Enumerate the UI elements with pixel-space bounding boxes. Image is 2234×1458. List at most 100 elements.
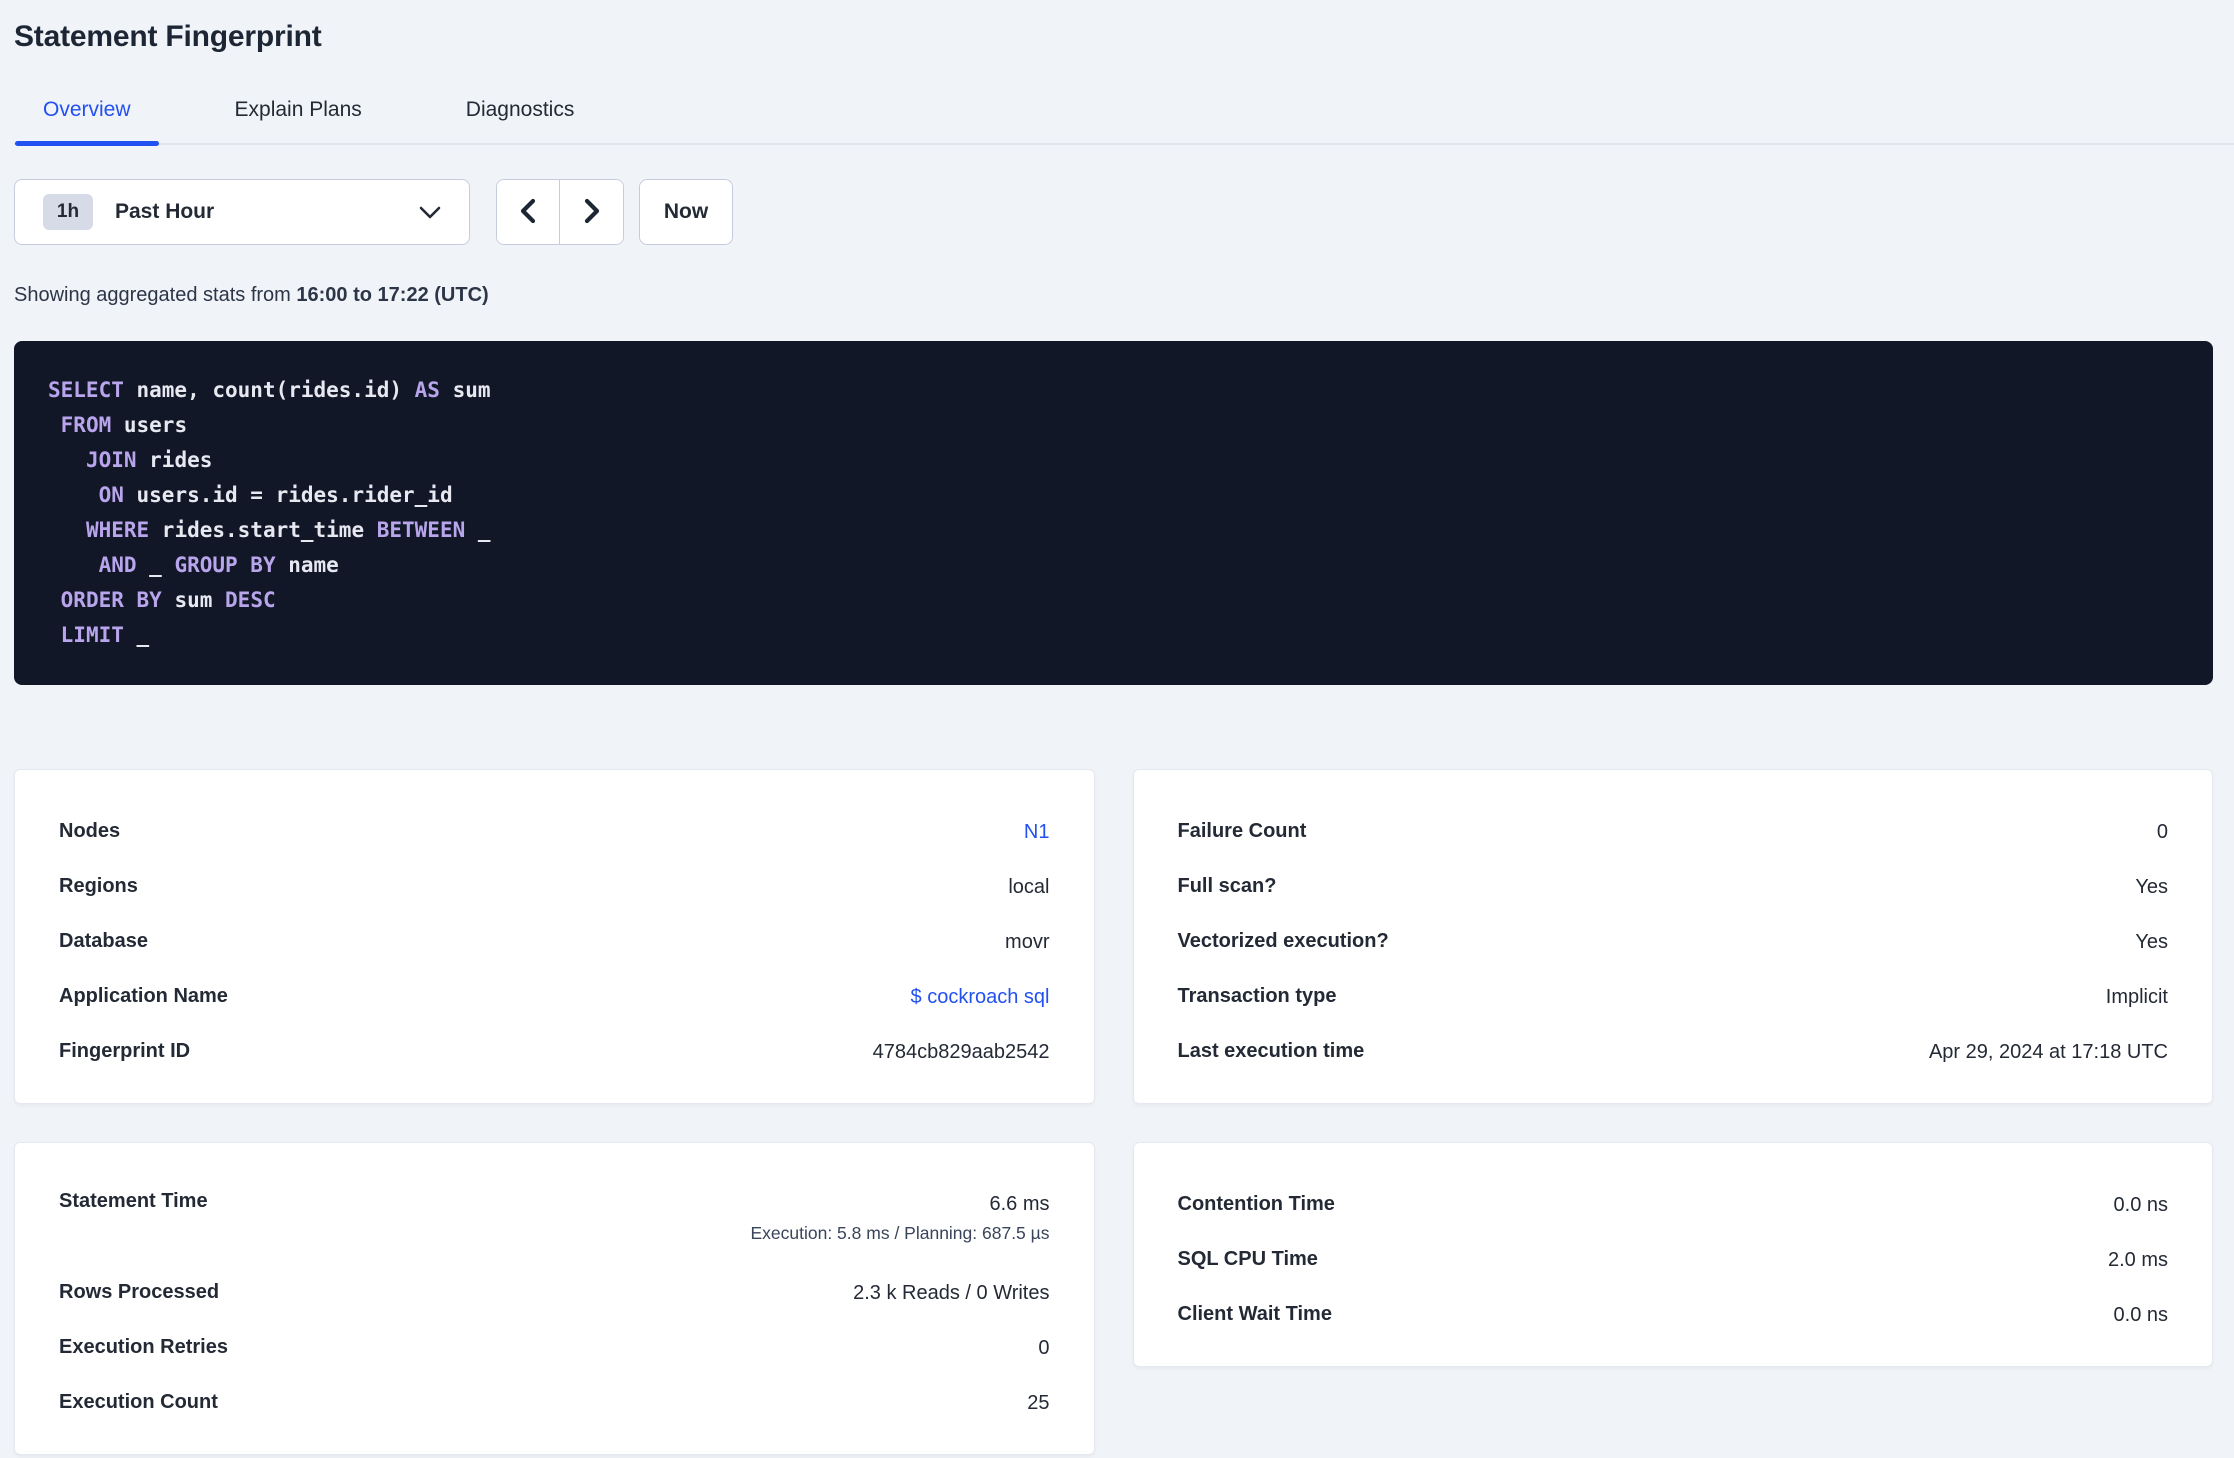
sql-keyword: FROM <box>60 413 112 437</box>
sql-keyword: DESC <box>225 588 276 612</box>
execution-count-label: Execution Count <box>59 1391 218 1413</box>
execution-retries-value: 0 <box>1038 1334 1049 1362</box>
aggregated-stats-range: 16:00 to 17:22 (UTC) <box>296 284 489 306</box>
last-execution-time-value-text: Apr 29, 2024 at 17:18 UTC <box>1928 1040 2168 1063</box>
tab-explain-plans[interactable]: Explain Plans <box>207 98 390 143</box>
chevron-down-icon <box>419 206 441 219</box>
application-name-value-link[interactable]: $ cockroach sql <box>911 983 1050 1011</box>
transaction-type-label: Transaction type <box>1177 985 1337 1007</box>
sql-line: FROM users <box>48 408 2181 443</box>
fingerprint-id-value-text: 4784cb829aab2542 <box>872 1040 1050 1063</box>
database-label: Database <box>59 930 148 952</box>
application-name-row: Application Name $ cockroach sql <box>59 969 1050 1024</box>
vectorized-execution-value-text: Yes <box>2135 930 2168 953</box>
execution-count-value: 25 <box>1027 1389 1049 1417</box>
sql-token: name <box>275 553 339 577</box>
execution-retries-value-text: 0 <box>1038 1336 1050 1359</box>
full-scan-value: Yes <box>2135 873 2168 901</box>
sql-token: name, count(rides.id) <box>123 378 415 402</box>
execution-retries-row: Execution Retries 0 <box>59 1320 1050 1375</box>
aggregated-stats-prefix: Showing aggregated stats from <box>14 284 291 306</box>
overview-cards-row-2: Statement Time 6.6 ms Execution: 5.8 ms / … <box>14 1142 2213 1455</box>
sql-cpu-time-row: SQL CPU Time 2.0 ms <box>1178 1232 2169 1287</box>
full-scan-row: Full scan? Yes <box>1178 859 2169 914</box>
time-interval-dropdown[interactable]: 1h Past Hour <box>14 179 470 245</box>
now-button[interactable]: Now <box>639 179 733 245</box>
sql-token: _ <box>123 623 150 647</box>
sql-statement-box: SELECT name, count(rides.id) AS sum FROM… <box>14 341 2213 685</box>
failure-count-value-text: 0 <box>2156 820 2168 843</box>
interval-arrows <box>496 179 624 245</box>
sql-token: _ <box>136 553 175 577</box>
client-wait-time-row: Client Wait Time 0.0 ns <box>1178 1287 2169 1342</box>
execution-count-value-text: 25 <box>1027 1391 1050 1414</box>
nodes-row: Nodes N1 <box>59 804 1050 859</box>
execution-retries-label: Execution Retries <box>59 1336 228 1358</box>
fingerprint-id-row: Fingerprint ID 4784cb829aab2542 <box>59 1024 1050 1079</box>
regions-value-text: local <box>1008 875 1050 898</box>
execution-attributes-card: Failure Count 0 Full scan? Yes Vectorized ex… <box>1132 769 2213 1104</box>
sql-token: users <box>111 413 188 437</box>
rows-processed-value-text: 2.3 k Reads / 0 Writes <box>853 1281 1050 1304</box>
sql-token: rides <box>136 448 213 472</box>
contention-time-row: Contention Time 0.0 ns <box>1178 1177 2169 1232</box>
nodes-label: Nodes <box>59 820 121 842</box>
sql-token: sum <box>439 378 491 402</box>
execution-count-row: Execution Count 25 <box>59 1375 1050 1430</box>
statement-time-subvalue: Execution: 5.8 ms / Planning: 687.5 µs <box>750 1223 1050 1243</box>
statement-time-value-text: 6.6 ms <box>989 1193 1050 1215</box>
statement-time-value: 6.6 ms Execution: 5.8 ms / Planning: 687.… <box>750 1190 1049 1248</box>
regions-label: Regions <box>59 875 138 897</box>
sql-line: SELECT name, count(rides.id) AS sum <box>48 373 2181 408</box>
next-interval-button[interactable] <box>560 180 623 244</box>
aggregated-stats-note: Showing aggregated stats from 16:00 to 1… <box>14 284 2213 307</box>
wait-timing-card: Contention Time 0.0 ns SQL CPU Time 2.0 ms C… <box>1132 1142 2213 1367</box>
prev-interval-button[interactable] <box>497 180 560 244</box>
fingerprint-id-label: Fingerprint ID <box>59 1040 191 1062</box>
vectorized-execution-row: Vectorized execution? Yes <box>1178 914 2169 969</box>
statement-timing-card: Statement Time 6.6 ms Execution: 5.8 ms / … <box>14 1142 1095 1455</box>
regions-row: Regions local <box>59 859 1050 914</box>
sql-line: LIMIT _ <box>48 618 2181 653</box>
failure-count-value: 0 <box>2157 818 2168 846</box>
vectorized-execution-value: Yes <box>2135 928 2168 956</box>
contention-time-value-text: 0.0 ns <box>2113 1193 2168 1216</box>
sql-line: AND _ GROUP BY name <box>48 548 2181 583</box>
sql-cpu-time-label: SQL CPU Time <box>1177 1248 1318 1270</box>
failure-count-label: Failure Count <box>1177 820 1307 842</box>
sql-keyword: ORDER BY <box>60 588 162 612</box>
sql-cpu-time-value: 2.0 ms <box>2108 1246 2168 1274</box>
full-scan-value-text: Yes <box>2135 875 2168 898</box>
transaction-type-value: Implicit <box>2106 983 2168 1011</box>
contention-time-value: 0.0 ns <box>2114 1191 2168 1219</box>
database-row: Database movr <box>59 914 1050 969</box>
last-execution-time-label: Last execution time <box>1177 1040 1365 1062</box>
time-controls: 1h Past Hour Now <box>14 179 2213 245</box>
nodes-value-link[interactable]: N1 <box>1024 818 1050 846</box>
sql-keyword: BETWEEN <box>376 518 466 542</box>
client-wait-time-value: 0.0 ns <box>2114 1301 2168 1329</box>
sql-line: WHERE rides.start_time BETWEEN _ <box>48 513 2181 548</box>
tab-overview[interactable]: Overview <box>15 98 159 146</box>
sql-line: JOIN rides <box>48 443 2181 478</box>
sql-line: ORDER BY sum DESC <box>48 583 2181 618</box>
statement-time-label: Statement Time <box>59 1190 208 1212</box>
transaction-type-row: Transaction type Implicit <box>1178 969 2169 1024</box>
sql-cpu-time-value-text: 2.0 ms <box>2107 1248 2168 1271</box>
vectorized-execution-label: Vectorized execution? <box>1177 930 1389 952</box>
page-title: Statement Fingerprint <box>14 20 322 53</box>
sql-keyword: LIMIT <box>60 623 124 647</box>
statement-details-card: Nodes N1 Regions local Database movr Applicati… <box>14 769 1095 1104</box>
tab-diagnostics[interactable]: Diagnostics <box>438 98 603 143</box>
database-value-text: movr <box>1005 930 1050 953</box>
application-name-label: Application Name <box>59 985 228 1007</box>
client-wait-time-value-text: 0.0 ns <box>2113 1303 2168 1326</box>
sql-token: sum <box>161 588 226 612</box>
sql-keyword: JOIN <box>85 448 137 472</box>
overview-cards-row-1: Nodes N1 Regions local Database movr Applicati… <box>14 769 2213 1104</box>
time-interval-badge: 1h <box>43 194 93 230</box>
